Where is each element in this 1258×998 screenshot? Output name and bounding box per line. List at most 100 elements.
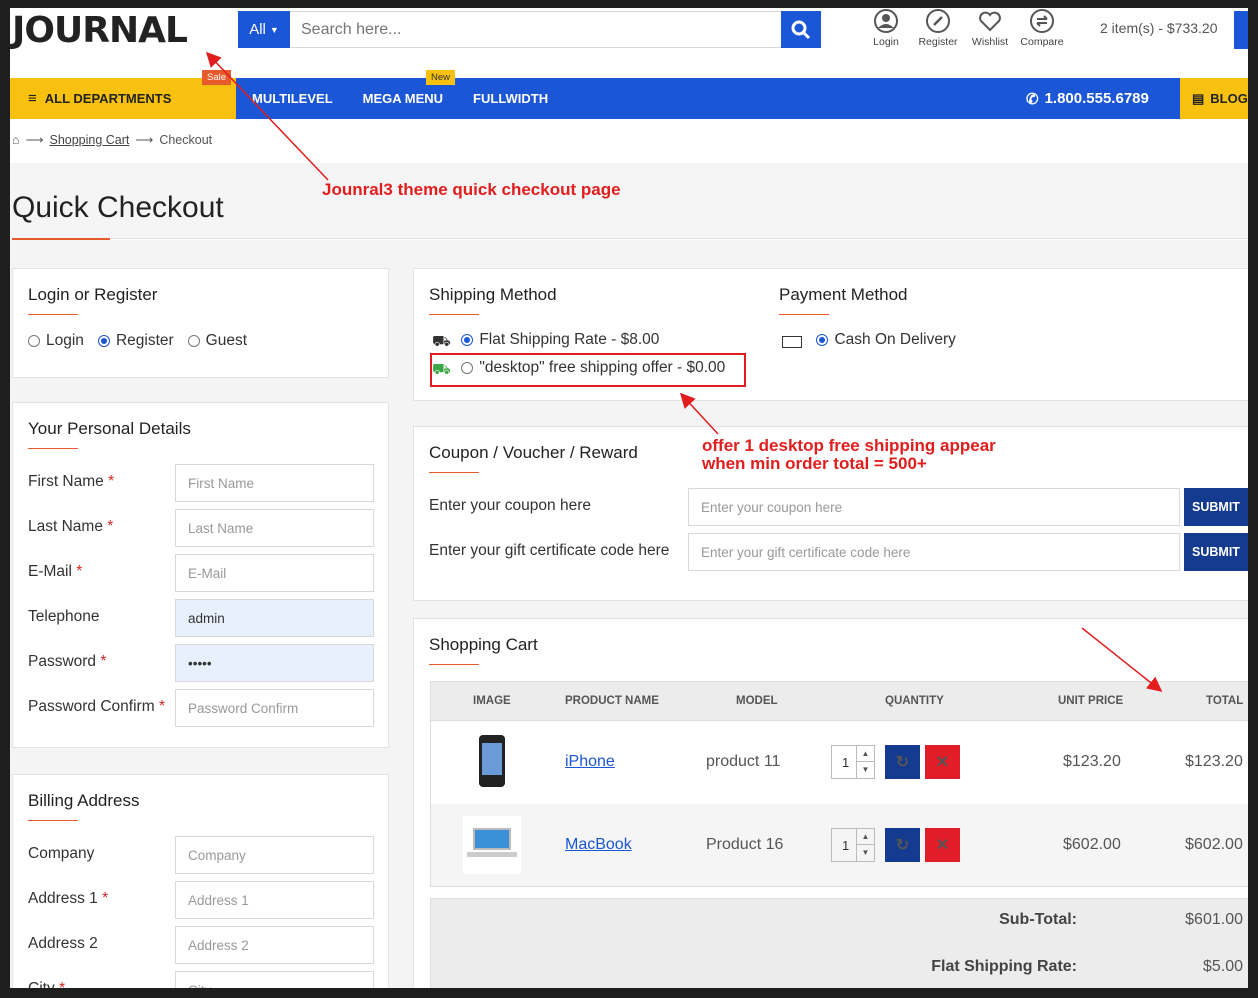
header-link-wishlist[interactable]: Wishlist [964,8,1016,48]
field-label: Company [28,845,94,863]
chevron-down-icon[interactable]: ▼ [857,762,874,778]
menu-icon: ≡ [28,90,37,107]
chevron-up-icon[interactable]: ▲ [857,829,874,845]
header-link-login[interactable]: Login [860,8,912,48]
phone-link[interactable]: ✆ 1.800.555.6789 [1026,78,1149,119]
iphone-thumbnail[interactable] [479,735,505,787]
password-field[interactable] [175,644,374,682]
field-label-text: E-Mail [28,563,72,580]
search-input[interactable] [291,12,781,47]
radio-button[interactable] [816,334,829,346]
gift-certificate-input[interactable] [688,533,1180,571]
table-row: iPhone product 11 1 ▲ ▼ ↻ ✕ $123.20 $123.… [430,721,1248,804]
radio-button[interactable] [187,335,200,347]
city-field[interactable] [175,971,374,988]
gift-certificate-submit-button[interactable]: SUBMIT [1184,533,1248,571]
radio-button[interactable] [97,335,110,347]
register-option[interactable]: Register [97,332,174,350]
panel-underline [429,314,479,315]
field-label-text: Telephone [28,608,100,625]
address2-field[interactable] [175,926,374,964]
breadcrumb-shopping-cart[interactable]: Shopping Cart [49,133,129,147]
payment-option[interactable]: Cash On Delivery [816,331,956,349]
city-row: City * [28,971,378,988]
site-logo[interactable]: JOURNAL [12,10,188,51]
panel-underline [429,472,479,473]
stepper-arrows[interactable]: ▲ ▼ [856,746,874,778]
search-bar: All ▼ [238,11,821,48]
coupon-title: Coupon / Voucher / Reward [429,443,638,462]
shipping-option-flat[interactable]: ⛟ Flat Shipping Rate - $8.00 [432,331,659,352]
stepper-arrows[interactable]: ▲ ▼ [856,829,874,861]
header-link-label: Login [873,36,899,48]
column-header: TOTAL [1206,695,1244,707]
remove-item-button[interactable]: ✕ [925,828,960,862]
field-label-text: Address 2 [28,935,98,952]
blog-icon: ▤ [1192,90,1205,106]
login-option[interactable]: Login [28,332,84,350]
cart-button[interactable] [1234,11,1248,49]
option-label: Cash On Delivery [834,331,956,348]
coupon-label: Enter your coupon here [429,497,591,514]
coupon-input[interactable] [688,488,1180,526]
header-link-compare[interactable]: Compare [1016,8,1068,48]
radio-button[interactable] [28,335,40,347]
address1-row: Address 1 * [28,881,378,919]
payment-option-cod[interactable]: Cash On Delivery [782,331,956,351]
heart-icon [979,11,1001,32]
coupon-submit-button[interactable]: SUBMIT [1184,488,1248,526]
column-header: UNIT PRICE [1058,695,1124,707]
update-quantity-button[interactable]: ↻ [885,745,920,779]
update-quantity-button[interactable]: ↻ [885,828,920,862]
column-header: IMAGE [473,695,511,707]
phone-number: 1.800.555.6789 [1044,90,1149,107]
product-link-iphone[interactable]: iPhone [565,753,615,771]
company-field[interactable] [175,836,374,874]
telephone-field[interactable] [175,599,374,637]
shipping-option[interactable]: Flat Shipping Rate - $8.00 [461,331,659,349]
total-value: $601.00 [1185,911,1243,928]
company-row: Company [28,836,378,874]
address2-row: Address 2 [28,926,378,964]
telephone-row: Telephone [28,599,378,637]
search-category-select[interactable]: All ▼ [238,11,290,48]
quantity-stepper[interactable]: 1 ▲ ▼ [831,828,875,862]
column-header: QUANTITY [885,695,944,707]
radio-button[interactable] [461,334,474,346]
last-name-row: Last Name * [28,509,378,547]
search-button[interactable] [781,11,821,48]
chevron-up-icon[interactable]: ▲ [857,746,874,762]
quantity-value: 1 [842,755,850,770]
shopping-cart-panel: Shopping Cart IMAGE PRODUCT NAME MODEL Q… [413,618,1248,988]
cart-summary[interactable]: 2 item(s) - $733.20 [1100,20,1218,36]
line-total: $123.20 [1185,753,1243,770]
billing-address-panel: Billing Address Company Address 1 * Addr… [12,774,389,988]
quantity-stepper[interactable]: 1 ▲ ▼ [831,745,875,779]
pencil-icon [926,9,950,33]
total-value: $5.00 [1202,958,1243,975]
first-name-field[interactable] [175,464,374,502]
site-header: JOURNAL All ▼ Login Register Wishlist [10,8,1248,78]
nav-item-multilevel[interactable]: MULTILEVEL [252,91,333,106]
panel-underline [28,314,78,315]
password-confirm-row: Password Confirm * [28,689,378,727]
field-label: Password * [28,653,106,671]
last-name-field[interactable] [175,509,374,547]
macbook-thumbnail[interactable] [463,816,521,874]
nav-item-mega-menu[interactable]: MEGA MENU [363,91,443,106]
column-header: MODEL [736,695,778,707]
total-label: Flat Shipping Rate: [931,958,1077,975]
product-link-macbook[interactable]: MacBook [565,836,632,854]
chevron-down-icon[interactable]: ▼ [857,845,874,861]
home-icon[interactable]: ⌂ [12,133,20,147]
address1-field[interactable] [175,881,374,919]
guest-option[interactable]: Guest [187,332,247,350]
header-link-register[interactable]: Register [912,8,964,48]
required-marker: * [107,518,114,535]
email-field[interactable] [175,554,374,592]
remove-item-button[interactable]: ✕ [925,745,960,779]
option-label: Flat Shipping Rate - $8.00 [479,331,660,348]
blog-button[interactable]: ▤ BLOG [1180,78,1248,119]
nav-item-fullwidth[interactable]: FULLWIDTH [473,91,548,106]
password-confirm-field[interactable] [175,689,374,727]
